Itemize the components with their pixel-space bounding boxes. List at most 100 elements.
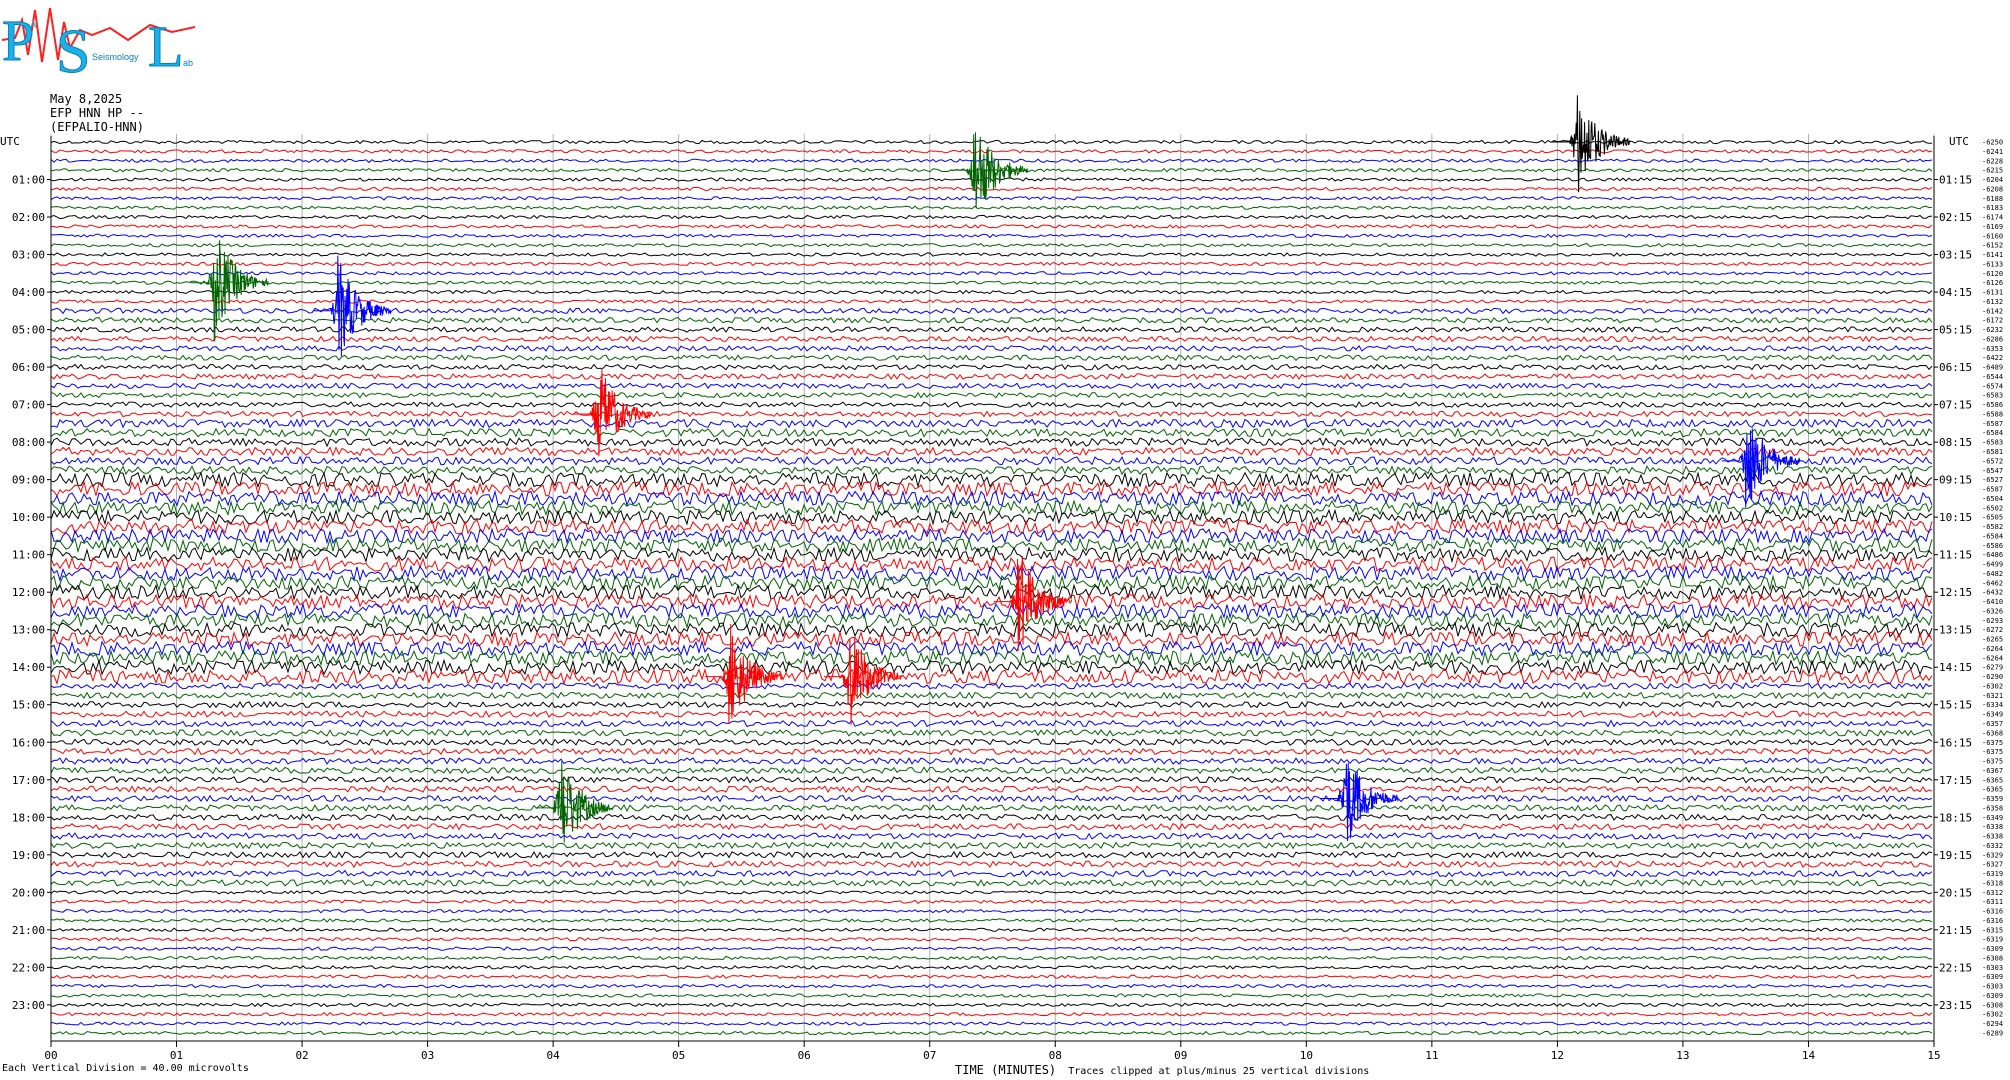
trace-offset-label: -6502 bbox=[1982, 504, 2003, 512]
trace-line bbox=[50, 1021, 1933, 1026]
trace-line bbox=[50, 700, 1933, 709]
trace-offset-label: -6586 bbox=[1982, 542, 2003, 550]
trace-line bbox=[50, 233, 1933, 239]
y-tick-label-left: 21:00 bbox=[12, 924, 45, 937]
trace-offset-label: -6174 bbox=[1982, 214, 2003, 222]
event-burst bbox=[535, 761, 614, 843]
x-tick-label: 15 bbox=[1927, 1049, 1940, 1062]
event-burst bbox=[949, 132, 1029, 209]
trace-line bbox=[50, 667, 1933, 686]
y-tick-label-left: 22:00 bbox=[12, 961, 45, 974]
x-tick-label: 00 bbox=[44, 1049, 57, 1062]
x-tick-label: 01 bbox=[170, 1049, 183, 1062]
trace-offset-label: -6289 bbox=[1982, 1030, 2003, 1038]
trace-offset-label: -6241 bbox=[1982, 148, 2003, 156]
trace-line bbox=[50, 860, 1932, 869]
trace-line bbox=[50, 832, 1933, 840]
trace-offset-label: -6486 bbox=[1982, 551, 2003, 559]
trace-line bbox=[50, 427, 1933, 438]
y-tick-label-right: 05:15 bbox=[1939, 324, 1972, 337]
trace-line bbox=[50, 326, 1933, 334]
trace-offset-label: -6349 bbox=[1982, 814, 2003, 822]
trace-offset-label: -6581 bbox=[1982, 448, 2003, 456]
trace-line bbox=[50, 410, 1933, 418]
trace-offset-label: -6584 bbox=[1982, 429, 2003, 437]
trace-offset-label: -6572 bbox=[1982, 457, 2003, 465]
trace-offset-label: -6499 bbox=[1982, 561, 2003, 569]
trace-offset-label: -6315 bbox=[1982, 926, 2003, 934]
y-tick-label-right: 19:15 bbox=[1939, 849, 1972, 862]
x-tick-label: 08 bbox=[1049, 1049, 1062, 1062]
trace-line bbox=[50, 418, 1933, 429]
trace-offset-label: -6311 bbox=[1982, 898, 2003, 906]
y-tick-label-left: 13:00 bbox=[12, 624, 45, 637]
trace-line bbox=[50, 719, 1933, 728]
trace-offset-label: -6527 bbox=[1982, 476, 2003, 484]
trace-offset-label: -6482 bbox=[1982, 570, 2003, 578]
trace-offset-label: -6264 bbox=[1982, 654, 2003, 662]
trace-offset-label: -6375 bbox=[1982, 758, 2003, 766]
trace-offset-label: -6365 bbox=[1982, 776, 2003, 784]
y-tick-label-right: 17:15 bbox=[1939, 774, 1972, 787]
y-tick-label-right: 22:15 bbox=[1939, 961, 1972, 974]
trace-line bbox=[50, 813, 1933, 822]
trace-offset-label: -6142 bbox=[1982, 307, 2003, 315]
trace-offset-label: -6547 bbox=[1982, 467, 2003, 475]
trace-line bbox=[50, 766, 1933, 775]
trace-offset-label: -6358 bbox=[1982, 804, 2003, 812]
trace-offset-label: -6357 bbox=[1982, 720, 2003, 728]
trace-line bbox=[51, 224, 1933, 229]
y-tick-label-right: 09:15 bbox=[1939, 474, 1972, 487]
y-tick-label-right: 15:15 bbox=[1939, 699, 1972, 712]
trace-line bbox=[50, 527, 1933, 545]
left-axis-title: UTC bbox=[0, 135, 20, 148]
trace-line bbox=[50, 775, 1933, 784]
trace-offset-label: -6308 bbox=[1982, 954, 2003, 962]
y-tick-label-right: 03:15 bbox=[1939, 249, 1972, 262]
trace-offset-label: -6160 bbox=[1982, 232, 2003, 240]
trace-line bbox=[50, 918, 1933, 923]
y-tick-label-left: 16:00 bbox=[12, 736, 45, 749]
x-tick-label: 03 bbox=[421, 1049, 434, 1062]
trace-line bbox=[50, 437, 1933, 448]
trace-offset-label: -6316 bbox=[1982, 908, 2003, 916]
trace-line bbox=[50, 363, 1933, 371]
trace-offset-label: -6329 bbox=[1982, 851, 2003, 859]
trace-offset-label: -6303 bbox=[1982, 964, 2003, 972]
x-tick-label: 02 bbox=[295, 1049, 308, 1062]
trace-offset-label: -6586 bbox=[1982, 401, 2003, 409]
trace-offset-label: -6583 bbox=[1982, 439, 2003, 447]
x-tick-label: 06 bbox=[798, 1049, 811, 1062]
x-tick-label: 09 bbox=[1174, 1049, 1187, 1062]
trace-offset-label: -6208 bbox=[1982, 185, 2003, 193]
y-tick-label-left: 12:00 bbox=[12, 586, 45, 599]
trace-offset-label: -6367 bbox=[1982, 767, 2003, 775]
trace-line bbox=[50, 869, 1933, 878]
trace-line bbox=[50, 214, 1933, 220]
trace-line bbox=[50, 177, 1933, 182]
trace-offset-label: -6279 bbox=[1982, 664, 2003, 672]
trace-offset-label: -6131 bbox=[1982, 289, 2003, 297]
trace-offset-label: -6303 bbox=[1982, 983, 2003, 991]
trace-line bbox=[50, 382, 1933, 390]
trace-offset-label: -6204 bbox=[1982, 176, 2003, 184]
trace-offset-label: -6232 bbox=[1982, 326, 2003, 334]
trace-offset-label: -6583 bbox=[1982, 392, 2003, 400]
y-tick-label-right: 08:15 bbox=[1939, 436, 1972, 449]
trace-line bbox=[50, 729, 1933, 737]
trace-offset-label: -6290 bbox=[1982, 673, 2003, 681]
y-tick-label-left: 08:00 bbox=[12, 436, 45, 449]
clip-note: Traces clipped at plus/minus 25 vertical… bbox=[1068, 1066, 1370, 1077]
y-tick-label-right: 04:15 bbox=[1939, 286, 1972, 299]
trace-offset-label: -6152 bbox=[1982, 242, 2003, 250]
y-tick-label-left: 20:00 bbox=[12, 886, 45, 899]
y-tick-label-right: 16:15 bbox=[1939, 736, 1972, 749]
trace-offset-label: -6126 bbox=[1982, 279, 2003, 287]
seismogram-chart: 00 01 02 03 04 05 06 07 08 09 10 11 12 13 14 15 UTC UTC 01… bbox=[0, 95, 2003, 1062]
trace-offset-label: -6326 bbox=[1982, 607, 2003, 615]
y-tick-label-right: 12:15 bbox=[1939, 586, 1972, 599]
x-tick-label: 07 bbox=[923, 1049, 936, 1062]
trace-line bbox=[50, 499, 1933, 517]
y-tick-label-left: 19:00 bbox=[12, 849, 45, 862]
y-tick-label-left: 05:00 bbox=[12, 324, 45, 337]
